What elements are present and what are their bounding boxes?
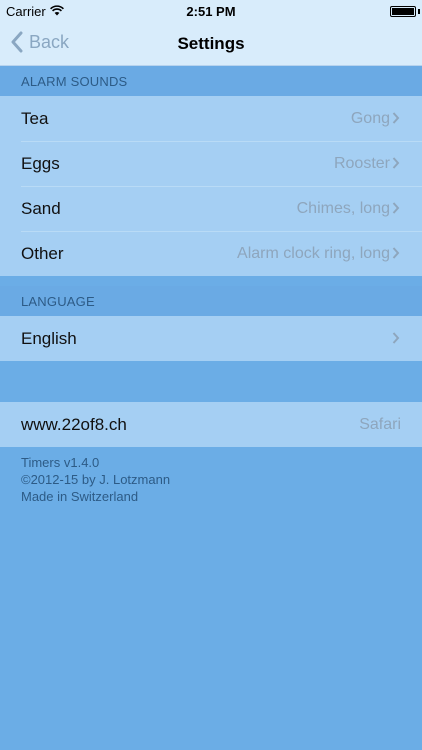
row-label: Tea bbox=[21, 108, 49, 128]
chevron-right-icon bbox=[392, 332, 400, 344]
app-info-footer: Timers v1.4.0 ©2012-15 by J. Lotzmann Ma… bbox=[21, 454, 170, 505]
chevron-right-icon bbox=[392, 112, 400, 124]
setting-row-sand[interactable]: Sand Chimes, long bbox=[0, 186, 422, 231]
row-value: Gong bbox=[350, 109, 390, 127]
row-label: Eggs bbox=[21, 153, 60, 173]
copyright-text: ©2012-15 by J. Lotzmann bbox=[21, 472, 171, 487]
setting-row-tea[interactable]: Tea Gong bbox=[0, 96, 422, 141]
version-text: Timers v1.4.0 bbox=[21, 455, 100, 470]
setting-row-language[interactable]: English bbox=[0, 316, 422, 361]
battery-icon bbox=[390, 6, 416, 17]
language-group: English bbox=[0, 316, 422, 361]
setting-row-eggs[interactable]: Eggs Rooster bbox=[0, 141, 422, 186]
page-title: Settings bbox=[177, 34, 245, 53]
row-label: www.22of8.ch bbox=[21, 414, 127, 434]
setting-row-website[interactable]: www.22of8.ch Safari bbox=[0, 402, 422, 447]
row-label: Other bbox=[21, 243, 64, 263]
section-header-language: LANGUAGE bbox=[0, 286, 422, 316]
section-header-alarm-sounds: ALARM SOUNDS bbox=[0, 66, 422, 96]
row-value: Alarm clock ring, long bbox=[237, 244, 390, 262]
row-label: Sand bbox=[21, 198, 61, 218]
chevron-right-icon bbox=[392, 157, 400, 169]
row-value: Safari bbox=[359, 415, 401, 433]
navigation-bar: Back Settings bbox=[0, 22, 422, 66]
row-label: English bbox=[21, 328, 77, 348]
battery-tip bbox=[418, 9, 420, 14]
row-value: Rooster bbox=[333, 154, 390, 172]
status-time: 2:51 PM bbox=[186, 4, 236, 19]
row-value: Chimes, long bbox=[296, 199, 390, 217]
status-bar: Carrier 2:51 PM bbox=[0, 0, 422, 22]
alarm-sounds-group: Tea Gong Eggs Rooster Sand Chimes, long … bbox=[0, 96, 422, 276]
origin-text: Made in Switzerland bbox=[21, 489, 139, 504]
website-group: www.22of8.ch Safari bbox=[0, 402, 422, 447]
chevron-right-icon bbox=[392, 247, 400, 259]
chevron-right-icon bbox=[392, 202, 400, 214]
setting-row-other[interactable]: Other Alarm clock ring, long bbox=[0, 231, 422, 276]
